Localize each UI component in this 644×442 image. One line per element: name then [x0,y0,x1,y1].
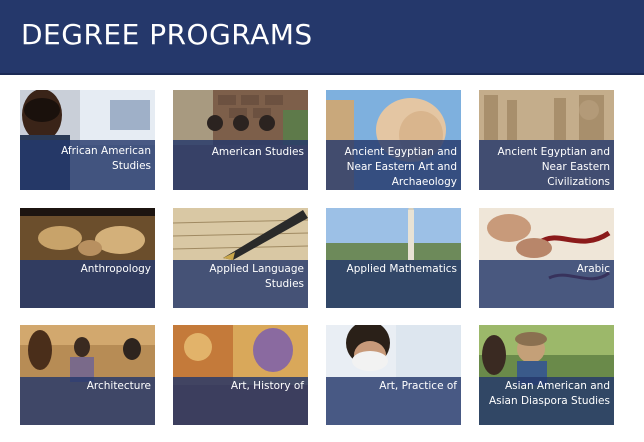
program-tile-art-history[interactable]: Art, History of [173,325,308,425]
program-label: Applied Language Studies [209,263,304,290]
program-tile-arabic[interactable]: Arabic [479,208,614,308]
program-label: Arabic [576,263,610,275]
program-label: Anthropology [80,263,151,275]
program-label: Architecture [86,380,151,392]
program-tile-asian-american-studies[interactable]: Asian American and Asian Diaspora Studie… [479,325,614,425]
program-label: Ancient Egyptian and Near Eastern Civili… [497,146,611,188]
program-tile-american-studies[interactable]: American Studies [173,90,308,190]
program-tile-ancient-egyptian-art-archaeology[interactable]: Ancient Egyptian and Near Eastern Art an… [326,90,461,190]
program-label: African American Studies [61,145,151,172]
program-tile-african-american-studies[interactable]: African American Studies [20,90,155,190]
page-header: DEGREE PROGRAMS [0,0,644,75]
program-label: Art, Practice of [379,380,457,392]
program-tile-art-practice[interactable]: Art, Practice of [326,325,461,425]
program-tile-architecture[interactable]: Architecture [20,325,155,425]
program-label: American Studies [211,146,304,158]
program-tile-applied-language-studies[interactable]: Applied Language Studies [173,208,308,308]
program-label: Asian American and Asian Diaspora Studie… [488,380,610,407]
page-title: DEGREE PROGRAMS [21,18,313,51]
program-label: Applied Mathematics [346,263,457,275]
program-label: Art, History of [230,380,304,392]
program-tile-anthropology[interactable]: Anthropology [20,208,155,308]
program-label: Ancient Egyptian and Near Eastern Art an… [344,146,458,188]
program-tile-applied-mathematics[interactable]: Applied Mathematics [326,208,461,308]
program-tile-ancient-egyptian-civilizations[interactable]: Ancient Egyptian and Near Eastern Civili… [479,90,614,190]
